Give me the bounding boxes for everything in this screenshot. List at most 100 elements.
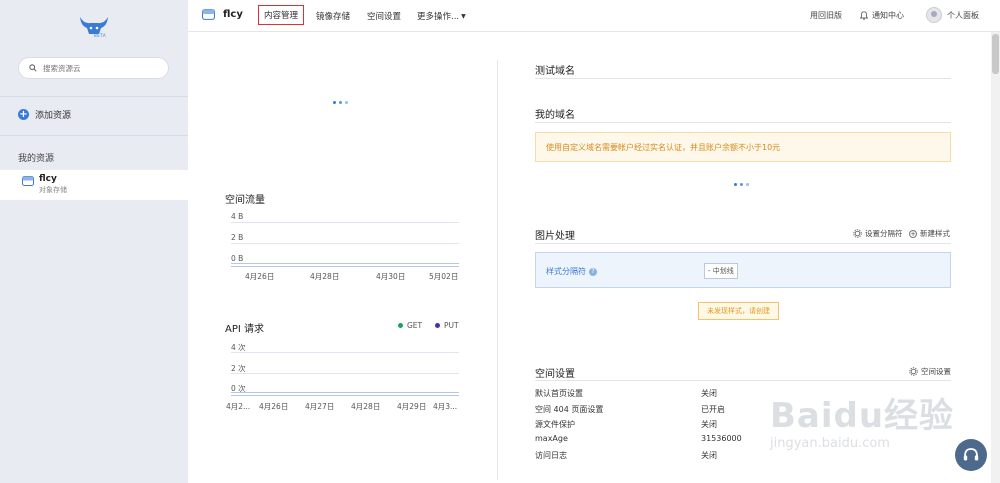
- traffic-x-tick: 4月26日: [245, 272, 275, 281]
- traffic-y-tick: 4 B: [231, 212, 244, 221]
- logo-text: BETA: [94, 33, 107, 38]
- plus-icon: +: [18, 109, 29, 120]
- put-legend-marker: [435, 323, 440, 328]
- traffic-x-tick: 5月02日: [429, 272, 459, 281]
- traffic-y-tick: 2 B: [231, 233, 244, 242]
- image-processing-title: 图片处理: [535, 231, 575, 242]
- style-separator-text: 样式分隔符: [546, 267, 586, 276]
- watermark-sub: jingyan.baidu.com: [770, 436, 890, 451]
- tab-mirror-storage[interactable]: 镜像存储: [316, 10, 350, 22]
- divider: [0, 135, 188, 136]
- api-x-tick: 4月27日: [305, 402, 335, 411]
- api-baseline: [231, 392, 459, 393]
- api-x-tick: 4月3...: [433, 402, 458, 411]
- setting-key: 空间 404 页面设置: [535, 405, 604, 414]
- api-x-axis: [231, 395, 459, 396]
- bucket-icon: [22, 176, 34, 186]
- divider: [535, 122, 951, 123]
- set-separator-label: 设置分隔符: [865, 229, 903, 238]
- customer-service-button[interactable]: [955, 439, 987, 471]
- traffic-title: 空间流量: [225, 195, 265, 206]
- more-actions-label: 更多操作...: [417, 12, 460, 22]
- new-style-label: 新建样式: [920, 229, 950, 238]
- setting-value: 已开启: [701, 405, 725, 414]
- traffic-x-tick: 4月28日: [310, 272, 340, 281]
- api-requests-title: API 请求: [225, 324, 264, 335]
- api-x-tick: 4月2...: [226, 402, 251, 411]
- gear-icon: [853, 229, 862, 238]
- style-separator-panel: 样式分隔符 ? - 中划线: [535, 252, 951, 288]
- legend-put[interactable]: PUT: [435, 321, 459, 330]
- put-legend-label: PUT: [444, 321, 459, 330]
- domain-notice: 使用自定义域名需要帐户经过实名认证，并且账户余额不小于10元: [535, 132, 951, 162]
- bucket-icon: [202, 9, 215, 20]
- traffic-y-tick: 0 B: [231, 254, 244, 263]
- my-domain-title: 我的域名: [535, 110, 575, 121]
- divider: [535, 78, 951, 79]
- watermark-main: Baidu经验: [770, 396, 955, 436]
- logo[interactable]: BETA: [74, 14, 114, 40]
- gridline: [231, 243, 459, 244]
- space-settings-title: 空间设置: [535, 369, 575, 380]
- setting-value: 关闭: [701, 389, 717, 398]
- search-icon: [29, 64, 37, 72]
- setting-key: 源文件保护: [535, 420, 575, 429]
- profile-panel[interactable]: 个人面板: [926, 7, 979, 23]
- avatar: [926, 7, 942, 23]
- help-icon[interactable]: ?: [589, 267, 597, 276]
- scrollbar-thumb[interactable]: [992, 34, 999, 74]
- add-resource-label: 添加资源: [35, 111, 72, 121]
- tab-content-management[interactable]: 内容管理: [258, 5, 305, 25]
- profile-label: 个人面板: [947, 10, 979, 20]
- setting-value: 关闭: [701, 420, 717, 429]
- search-input[interactable]: [43, 63, 163, 73]
- setting-key: 默认首页设置: [535, 389, 583, 398]
- traffic-baseline: [231, 263, 459, 264]
- setting-key: 访问日志: [535, 451, 567, 460]
- api-x-tick: 4月29日: [397, 402, 427, 411]
- scrollbar[interactable]: [991, 32, 1000, 483]
- gridline: [231, 373, 459, 374]
- gridline: [231, 352, 459, 353]
- gear-icon: [909, 367, 918, 376]
- old-version-link[interactable]: 用回旧版: [810, 10, 842, 21]
- bucket-title: flcy: [202, 9, 243, 20]
- setting-value: 关闭: [701, 451, 717, 460]
- set-separator-button[interactable]: 设置分隔符: [853, 228, 903, 239]
- old-version-label: 用回旧版: [810, 11, 842, 20]
- space-settings-label: 空间设置: [921, 367, 951, 376]
- my-resources-heading: 我的资源: [18, 154, 55, 164]
- resource-type: 对象存储: [39, 186, 67, 194]
- topbar: flcy 内容管理 镜像存储 空间设置 更多操作... ▼ 用回旧版 通知中心 …: [188, 0, 1000, 32]
- style-separator-label: 样式分隔符 ?: [546, 266, 597, 277]
- no-style-notice: 未发现样式，请创建: [698, 302, 779, 320]
- api-x-tick: 4月28日: [351, 402, 381, 411]
- divider: [535, 243, 951, 244]
- traffic-x-tick: 4月30日: [376, 272, 406, 281]
- notification-center[interactable]: 通知中心: [860, 10, 904, 21]
- column-divider: [497, 60, 498, 480]
- plus-circle-icon: +: [909, 229, 917, 238]
- caret-down-icon: ▼: [461, 12, 466, 20]
- gridline: [231, 222, 459, 223]
- divider: [0, 96, 188, 97]
- loading-spinner: [734, 183, 749, 186]
- headset-icon: [963, 448, 979, 461]
- space-settings-button[interactable]: 空间设置: [909, 366, 951, 377]
- traffic-x-axis: [231, 266, 459, 267]
- legend-get[interactable]: GET: [398, 321, 422, 330]
- watermark: Baidu经验 jingyan.baidu.com: [770, 378, 970, 468]
- tab-more-actions[interactable]: 更多操作... ▼: [417, 10, 466, 22]
- resource-search[interactable]: [18, 57, 169, 79]
- get-legend-marker: [398, 323, 403, 328]
- loading-spinner: [333, 101, 348, 104]
- setting-value: 31536000: [701, 434, 742, 443]
- new-style-button[interactable]: + 新建样式: [909, 228, 950, 239]
- bucket-name: flcy: [223, 9, 243, 20]
- resource-item-flcy[interactable]: flcy 对象存储: [0, 170, 188, 200]
- sidebar: BETA + 添加资源 我的资源 flcy 对象存储: [0, 0, 188, 483]
- add-resource-button[interactable]: + 添加资源: [18, 108, 71, 121]
- api-x-tick: 4月26日: [259, 402, 289, 411]
- tab-space-settings[interactable]: 空间设置: [367, 10, 401, 22]
- separator-value[interactable]: - 中划线: [704, 263, 738, 279]
